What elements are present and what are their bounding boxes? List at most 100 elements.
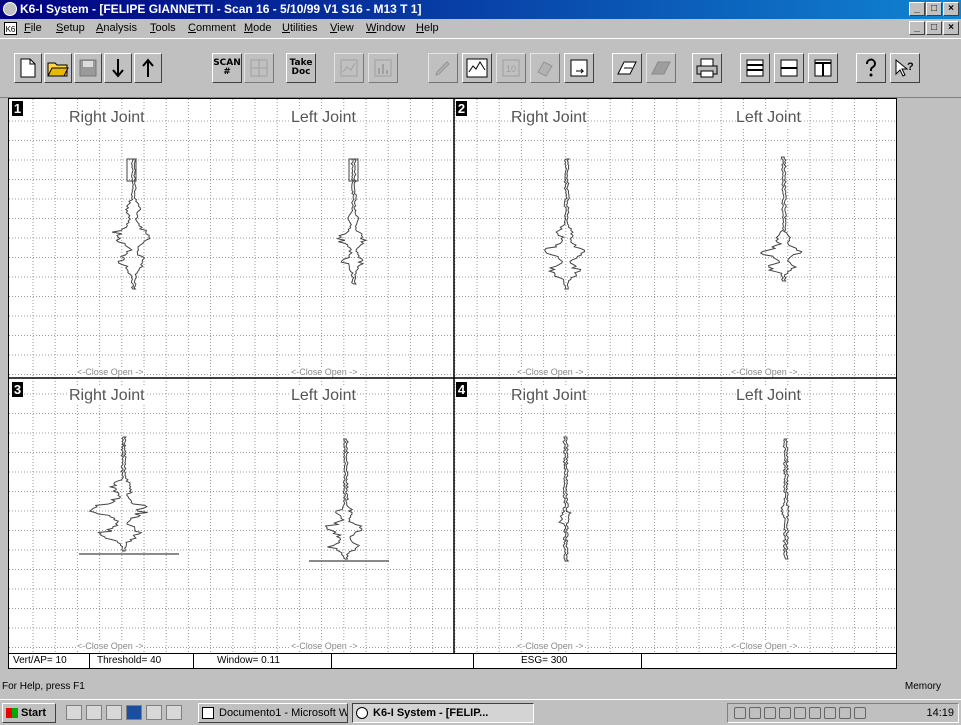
close-button[interactable]: × [943, 2, 959, 16]
disabled-tool-3[interactable] [428, 53, 458, 83]
panel-3-right-trace [88, 436, 148, 552]
document-icon[interactable]: K6 [4, 22, 17, 35]
start-label: Start [21, 707, 47, 719]
notes-button[interactable] [612, 53, 642, 83]
app-icon[interactable] [3, 2, 17, 16]
taskbar: Start Documento1 - Microsoft W... K6-I S… [0, 699, 961, 725]
layout-stacked-button[interactable] [740, 53, 770, 83]
arrow-down-icon [112, 59, 124, 78]
doc-close-button[interactable]: × [943, 21, 959, 35]
status-divider [641, 654, 642, 668]
scan-number-button[interactable]: SCAN # [212, 53, 242, 83]
menu-setup[interactable]: Setup [56, 19, 85, 38]
minimize-button[interactable]: _ [909, 2, 925, 16]
tray-icon[interactable] [734, 707, 746, 719]
scroll-up-button[interactable] [134, 53, 162, 83]
scan-grid-icon [250, 59, 268, 77]
menu-help[interactable]: Help [416, 19, 439, 38]
quicklaunch-channels-icon[interactable] [106, 705, 122, 720]
svg-text:10: 10 [506, 64, 516, 74]
tray-icon[interactable] [839, 707, 851, 719]
disabled-scan-button[interactable] [244, 53, 274, 83]
tray-icon[interactable] [779, 707, 791, 719]
disabled-tool-1[interactable] [334, 53, 364, 83]
disabled-tool-6[interactable] [646, 53, 676, 83]
task-k6-label: K6-I System - [FELIP... [373, 707, 489, 719]
scan-plot-area: 1 Right Joint Left Joint <-Close Open ->… [8, 98, 897, 654]
disabled-tool-4[interactable]: 10 [496, 53, 526, 83]
quicklaunch-word-icon[interactable] [126, 705, 142, 720]
export-button[interactable] [564, 53, 594, 83]
graph-view-button[interactable] [462, 53, 492, 83]
tray-icon[interactable] [764, 707, 776, 719]
panel-1-right-title: Right Joint [69, 109, 145, 127]
scroll-down-button[interactable] [104, 53, 132, 83]
panel-3-number: 3 [12, 382, 23, 397]
system-tray: 14:19 [727, 703, 959, 723]
threshold-value: Threshold= 40 [97, 655, 162, 666]
take-doc-button[interactable]: Take Doc [286, 53, 316, 83]
layout-rows-icon [746, 59, 764, 77]
panel-1-left-title: Left Joint [291, 109, 356, 127]
speaker-icon[interactable] [854, 707, 866, 719]
k6-app-icon [356, 707, 368, 719]
window-controls: _ □ × [909, 2, 959, 16]
help-button[interactable] [856, 53, 886, 83]
panel-4-right-title: Right Joint [511, 387, 587, 405]
disabled-tool-2[interactable] [368, 53, 398, 83]
chart-icon [340, 59, 358, 77]
analysis-icon: 10 [502, 59, 520, 77]
save-button[interactable] [74, 53, 102, 83]
tray-icon[interactable] [749, 707, 761, 719]
tray-icon[interactable] [794, 707, 806, 719]
doc-restore-button[interactable]: □ [926, 21, 942, 35]
open-folder-icon [47, 62, 69, 77]
menu-comment[interactable]: Comment [188, 19, 236, 38]
menu-analysis[interactable]: Analysis [96, 19, 137, 38]
new-button[interactable] [14, 53, 42, 83]
status-bar: For Help, press F1 Memory [0, 678, 961, 696]
scan-hash-label: # [223, 67, 231, 77]
graph-icon [466, 58, 488, 78]
context-help-icon: ? [895, 58, 914, 77]
panel-2-right-title: Right Joint [511, 109, 587, 127]
menu-tools[interactable]: Tools [150, 19, 176, 38]
menu-view[interactable]: View [330, 19, 354, 38]
window-value: Window= 0.11 [217, 655, 280, 666]
panel-4-right-trace [558, 436, 572, 562]
tray-icon[interactable] [824, 707, 836, 719]
disabled-tool-5[interactable] [530, 53, 560, 83]
panel-2-right-axis: <-Close Open -> [517, 367, 584, 377]
open-button[interactable] [44, 53, 72, 83]
print-preview-icon [537, 61, 553, 77]
menu-window[interactable]: Window [366, 19, 405, 38]
quicklaunch-desktop-icon[interactable] [86, 705, 102, 720]
layout-columns-button[interactable] [808, 53, 838, 83]
start-button[interactable]: Start [2, 703, 56, 723]
tray-icons [734, 707, 866, 719]
help-hint: For Help, press F1 [2, 681, 85, 692]
context-help-button[interactable]: ? [890, 53, 920, 83]
svg-text:?: ? [907, 61, 914, 73]
maximize-button[interactable]: □ [926, 2, 942, 16]
clock[interactable]: 14:19 [926, 704, 954, 722]
task-word-document[interactable]: Documento1 - Microsoft W... [198, 703, 348, 723]
quicklaunch-excel-icon[interactable] [166, 705, 182, 720]
quicklaunch-app-icon[interactable] [146, 705, 162, 720]
quicklaunch-browser-icon[interactable] [66, 705, 82, 720]
task-k6-system[interactable]: K6-I System - [FELIP... [352, 703, 534, 723]
panel-1-number: 1 [12, 101, 23, 116]
memory-indicator: Memory [904, 681, 941, 692]
menu-file[interactable]: File [24, 19, 42, 38]
doc-minimize-button[interactable]: _ [909, 21, 925, 35]
panel-3-right-axis: <-Close Open -> [77, 641, 144, 651]
menu-utilities[interactable]: Utilities [282, 19, 317, 38]
tray-icon[interactable] [809, 707, 821, 719]
print-button[interactable] [692, 53, 722, 83]
windows-logo-icon [6, 708, 18, 718]
panel-4-number: 4 [456, 382, 467, 397]
menu-mode[interactable]: Mode [244, 19, 272, 38]
window-title: K6-I System - [FELIPE GIANNETTI - Scan 1… [20, 2, 422, 16]
layout-split-button[interactable] [774, 53, 804, 83]
notebook-icon [617, 61, 637, 75]
